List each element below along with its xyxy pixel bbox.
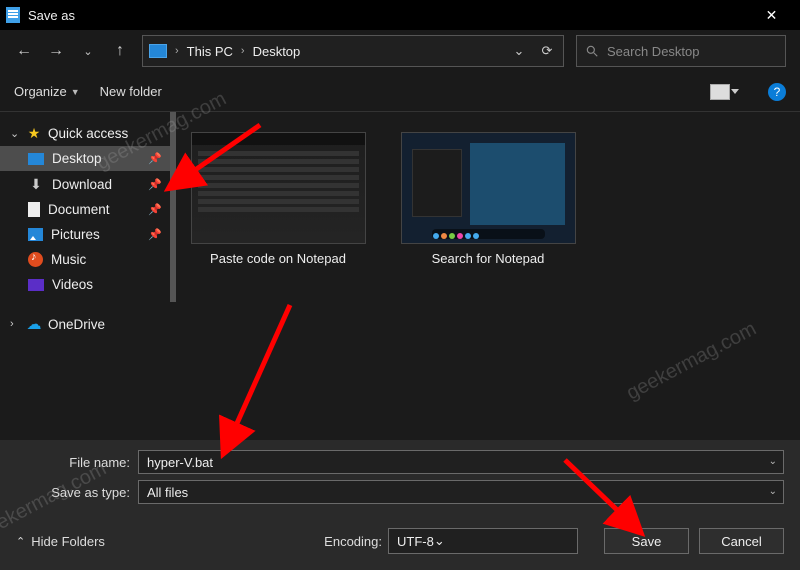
help-button[interactable]: ? bbox=[768, 83, 786, 101]
star-icon: ★ bbox=[26, 125, 42, 141]
pin-icon: 📌 bbox=[148, 178, 162, 191]
crumb-separator-icon: › bbox=[175, 45, 179, 57]
desktop-icon bbox=[28, 153, 44, 165]
search-placeholder: Search Desktop bbox=[607, 44, 700, 59]
file-thumbnail bbox=[401, 132, 576, 244]
videos-icon bbox=[28, 279, 44, 291]
breadcrumb-this-pc[interactable]: This PC bbox=[187, 44, 233, 59]
sidebar-scrollbar[interactable] bbox=[170, 112, 176, 302]
save-as-type-label: Save as type: bbox=[16, 485, 138, 500]
encoding-select[interactable]: UTF-8 ⌄ bbox=[388, 528, 578, 554]
music-icon bbox=[28, 252, 43, 267]
recent-locations-button[interactable]: ⌄ bbox=[78, 41, 98, 61]
search-box[interactable]: Search Desktop bbox=[576, 35, 786, 67]
sidebar-item-label: Download bbox=[52, 177, 112, 192]
save-form: File name: hyper-V.bat ⌄ Save as type: A… bbox=[0, 440, 800, 518]
file-thumbnail bbox=[191, 132, 366, 244]
address-bar[interactable]: › This PC › Desktop ⌄ ⟳ bbox=[142, 35, 564, 67]
quick-access-group[interactable]: ⌄ ★ Quick access bbox=[0, 120, 176, 146]
file-name-input[interactable]: hyper-V.bat ⌄ bbox=[138, 450, 784, 474]
chevron-down-icon[interactable]: ⌄ bbox=[769, 456, 777, 467]
sidebar-item-label: Music bbox=[51, 252, 86, 267]
this-pc-icon bbox=[149, 44, 167, 58]
sidebar-item-pictures[interactable]: Pictures 📌 bbox=[0, 222, 176, 247]
file-area[interactable]: Paste code on Notepad Search for Notepad bbox=[176, 112, 800, 440]
titlebar: Save as ✕ bbox=[0, 0, 800, 30]
sidebar-item-label: Videos bbox=[52, 277, 93, 292]
organize-button[interactable]: Organize▼ bbox=[14, 84, 80, 99]
sidebar-item-videos[interactable]: Videos bbox=[0, 272, 176, 297]
chevron-down-icon[interactable]: ⌄ bbox=[434, 533, 445, 549]
file-item[interactable]: Paste code on Notepad bbox=[188, 132, 368, 268]
onedrive-label: OneDrive bbox=[48, 317, 105, 332]
pin-icon: 📌 bbox=[148, 228, 162, 241]
sidebar-item-label: Desktop bbox=[52, 151, 102, 166]
sidebar-item-documents[interactable]: Document 📌 bbox=[0, 197, 176, 222]
search-icon bbox=[585, 44, 599, 58]
file-caption: Paste code on Notepad bbox=[210, 250, 346, 268]
forward-button[interactable]: → bbox=[46, 41, 66, 61]
sidebar-item-label: Pictures bbox=[51, 227, 100, 242]
sidebar-item-desktop[interactable]: Desktop 📌 bbox=[0, 146, 176, 171]
back-button[interactable]: ← bbox=[14, 41, 34, 61]
chevron-down-icon[interactable]: ⌄ bbox=[769, 486, 777, 497]
chevron-up-icon: ⌃ bbox=[16, 535, 25, 548]
chevron-right-icon: › bbox=[10, 318, 20, 330]
encoding-value: UTF-8 bbox=[397, 534, 434, 549]
onedrive-group[interactable]: › ☁ OneDrive bbox=[0, 311, 176, 337]
cancel-button[interactable]: Cancel bbox=[699, 528, 784, 554]
breadcrumb-desktop[interactable]: Desktop bbox=[253, 44, 301, 59]
hide-folders-button[interactable]: ⌃ Hide Folders bbox=[16, 534, 105, 549]
file-caption: Search for Notepad bbox=[432, 250, 545, 268]
file-item[interactable]: Search for Notepad bbox=[398, 132, 578, 268]
quick-access-label: Quick access bbox=[48, 126, 128, 141]
file-name-value: hyper-V.bat bbox=[147, 455, 213, 470]
notepad-icon bbox=[6, 7, 20, 23]
up-button[interactable]: ↑ bbox=[110, 41, 130, 61]
address-dropdown-icon[interactable]: ⌄ bbox=[509, 43, 529, 59]
download-icon: ⬇ bbox=[28, 176, 44, 192]
file-name-label: File name: bbox=[16, 455, 138, 470]
dialog-footer: ⌃ Hide Folders Encoding: UTF-8 ⌄ Save Ca… bbox=[0, 518, 800, 570]
main-area: ⌄ ★ Quick access Desktop 📌 ⬇ Download 📌 … bbox=[0, 112, 800, 440]
save-as-type-select[interactable]: All files ⌄ bbox=[138, 480, 784, 504]
document-icon bbox=[28, 202, 40, 217]
pin-icon: 📌 bbox=[148, 203, 162, 216]
sidebar-item-music[interactable]: Music bbox=[0, 247, 176, 272]
encoding-label: Encoding: bbox=[324, 534, 382, 549]
chevron-down-icon: ⌄ bbox=[10, 127, 20, 140]
pin-icon: 📌 bbox=[148, 152, 162, 165]
close-button[interactable]: ✕ bbox=[749, 0, 794, 30]
sidebar-item-label: Document bbox=[48, 202, 110, 217]
save-as-dialog: Save as ✕ ← → ⌄ ↑ › This PC › Desktop ⌄ … bbox=[0, 0, 800, 570]
save-button[interactable]: Save bbox=[604, 528, 689, 554]
toolbar: Organize▼ New folder ? bbox=[0, 72, 800, 112]
new-folder-button[interactable]: New folder bbox=[100, 84, 162, 99]
view-options-button[interactable] bbox=[710, 84, 730, 100]
nav-row: ← → ⌄ ↑ › This PC › Desktop ⌄ ⟳ Search D… bbox=[0, 30, 800, 72]
refresh-button[interactable]: ⟳ bbox=[537, 43, 557, 59]
cloud-icon: ☁ bbox=[26, 316, 42, 332]
pictures-icon bbox=[28, 228, 43, 241]
sidebar: ⌄ ★ Quick access Desktop 📌 ⬇ Download 📌 … bbox=[0, 112, 176, 440]
crumb-separator-icon: › bbox=[241, 45, 245, 57]
window-title: Save as bbox=[28, 8, 75, 23]
save-as-type-value: All files bbox=[147, 485, 188, 500]
sidebar-item-downloads[interactable]: ⬇ Download 📌 bbox=[0, 171, 176, 197]
